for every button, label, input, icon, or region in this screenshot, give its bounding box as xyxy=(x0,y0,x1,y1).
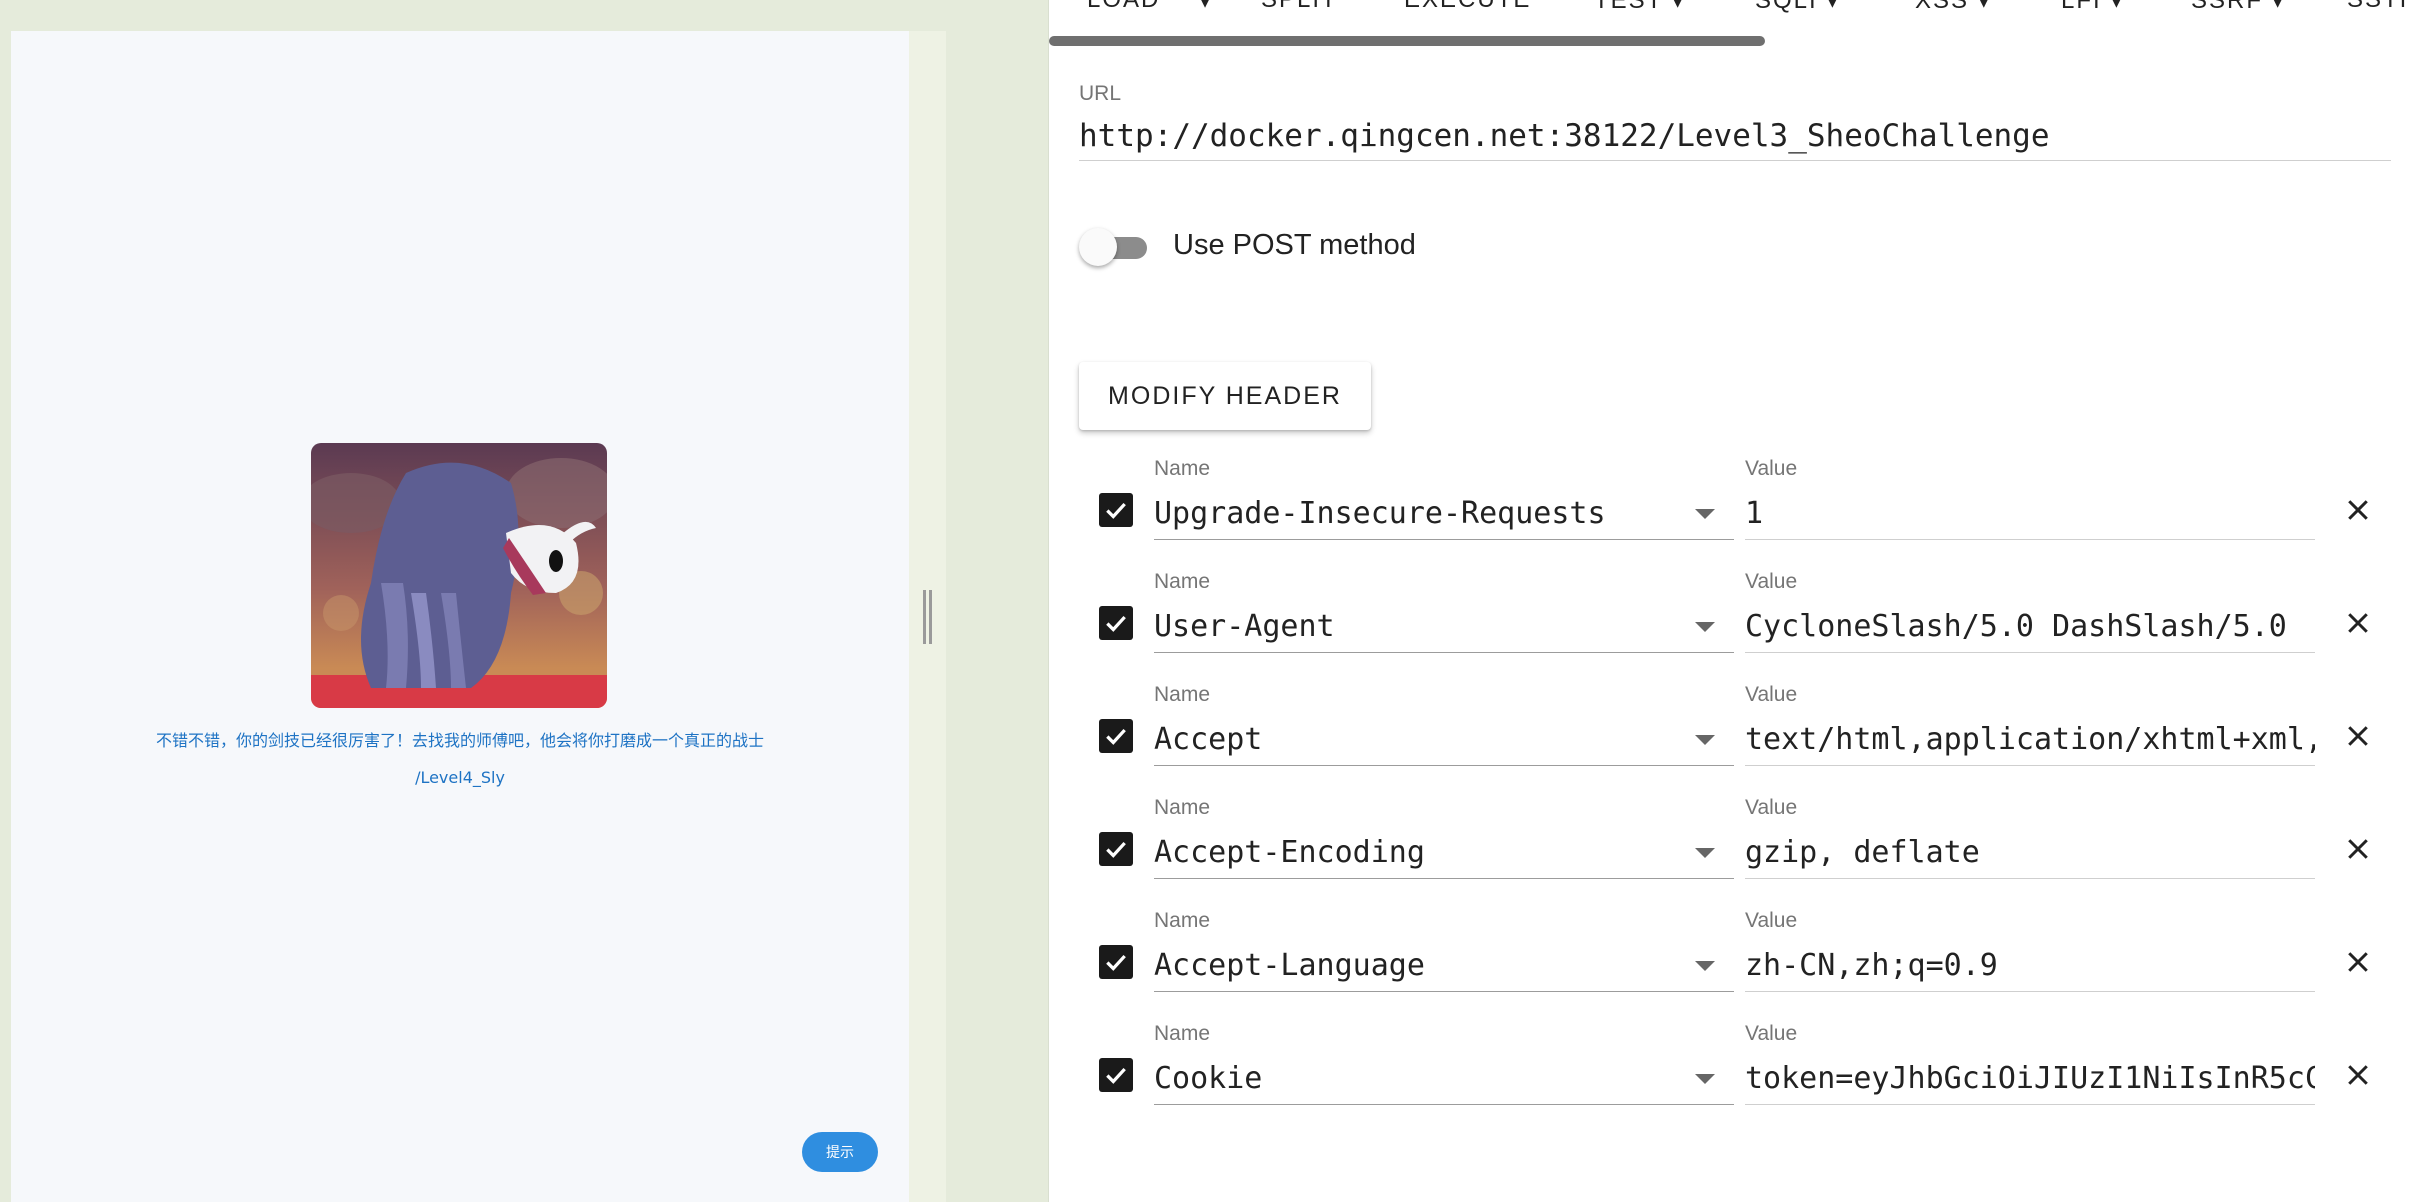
toolbar-execute[interactable]: EXECUTE xyxy=(1404,0,1531,14)
checkmark-icon xyxy=(1106,841,1126,858)
header-row: Name Value Upgrade-Insecure-Requests 1 xyxy=(1049,457,2430,570)
hint-button[interactable]: 提示 xyxy=(802,1132,878,1172)
toolbar-test[interactable]: TEST ▾ xyxy=(1594,0,1686,15)
toolbar-lfi[interactable]: LFI ▾ xyxy=(2061,0,2124,15)
header-name-select[interactable]: Accept-Encoding xyxy=(1154,828,1734,879)
header-row: Name Value Accept text/html,application/… xyxy=(1049,683,2430,796)
header-row: Name Value Accept-Encoding gzip, deflate xyxy=(1049,796,2430,909)
toolbar-split[interactable]: SPLIT xyxy=(1261,0,1338,14)
header-value-label: Value xyxy=(1745,1022,1798,1045)
dropdown-caret-icon[interactable] xyxy=(1695,622,1715,632)
header-value-label: Value xyxy=(1745,570,1798,593)
dropdown-caret-icon[interactable] xyxy=(1695,509,1715,519)
header-enabled-checkbox[interactable] xyxy=(1099,493,1133,527)
close-icon[interactable] xyxy=(2343,1060,2373,1090)
post-method-toggle[interactable] xyxy=(1079,227,1151,267)
toolbar-scrollbar[interactable] xyxy=(1049,36,1765,46)
close-icon[interactable] xyxy=(2343,495,2373,525)
header-name-label: Name xyxy=(1154,457,1211,480)
checkmark-icon xyxy=(1106,728,1126,745)
close-icon[interactable] xyxy=(2343,608,2373,638)
header-value-input[interactable]: token=eyJhbGciOiJIUzI1NiIsInR5cC xyxy=(1745,1054,2315,1105)
header-value-input[interactable]: zh-CN,zh;q=0.9 xyxy=(1745,941,2315,992)
header-row: Name Value Accept-Language zh-CN,zh;q=0.… xyxy=(1049,909,2430,1022)
dropdown-caret-icon[interactable] xyxy=(1695,848,1715,858)
url-label: URL xyxy=(1079,82,1122,105)
checkmark-icon xyxy=(1106,1067,1126,1084)
toolbar-ssti[interactable]: SSTI xyxy=(2347,0,2408,14)
header-row: Name Value User-Agent CycloneSlash/5.0 D… xyxy=(1049,570,2430,683)
toolbar-ssrf[interactable]: SSRF ▾ xyxy=(2191,0,2286,15)
header-enabled-checkbox[interactable] xyxy=(1099,719,1133,753)
next-level-path[interactable]: /Level4_Sly xyxy=(11,768,909,787)
close-icon[interactable] xyxy=(2343,834,2373,864)
checkmark-icon xyxy=(1106,954,1126,971)
toolbar-load[interactable]: LOAD xyxy=(1087,0,1160,14)
header-value-label: Value xyxy=(1745,683,1798,706)
header-name-select[interactable]: User-Agent xyxy=(1154,602,1734,653)
header-value-input[interactable]: text/html,application/xhtml+xml, xyxy=(1745,715,2315,766)
hackbar-panel: LOAD ▾ SPLIT EXECUTE TEST ▾ SQLI ▾ XSS ▾… xyxy=(1048,0,2430,1202)
pane-resize-handle[interactable] xyxy=(920,590,936,644)
toolbar-load-menu[interactable]: ▾ xyxy=(1199,0,1213,15)
checkmark-icon xyxy=(1106,615,1126,632)
header-value-label: Value xyxy=(1745,457,1798,480)
header-name-select[interactable]: Accept-Language xyxy=(1154,941,1734,992)
header-name-label: Name xyxy=(1154,909,1211,932)
hackbar-toolbar: LOAD ▾ SPLIT EXECUTE TEST ▾ SQLI ▾ XSS ▾… xyxy=(1049,0,2430,16)
toolbar-sqli[interactable]: SQLI ▾ xyxy=(1755,0,1840,15)
header-name-select[interactable]: Accept xyxy=(1154,715,1734,766)
header-name-label: Name xyxy=(1154,1022,1211,1045)
toolbar-xss[interactable]: XSS ▾ xyxy=(1915,0,1992,15)
header-name-label: Name xyxy=(1154,570,1211,593)
header-name-select[interactable]: Upgrade-Insecure-Requests xyxy=(1154,489,1734,540)
header-row: Name Value Cookie token=eyJhbGciOiJIUzI1… xyxy=(1049,1022,2430,1135)
checkmark-icon xyxy=(1106,502,1126,519)
header-value-label: Value xyxy=(1745,796,1798,819)
challenge-character-image xyxy=(311,443,607,708)
header-value-input[interactable]: 1 xyxy=(1745,489,2315,540)
header-enabled-checkbox[interactable] xyxy=(1099,832,1133,866)
header-value-input[interactable]: gzip, deflate xyxy=(1745,828,2315,879)
challenge-message: 不错不错，你的剑技已经很厉害了！去找我的师傅吧，他会将你打磨成一个真正的战士 xyxy=(155,731,764,750)
header-enabled-checkbox[interactable] xyxy=(1099,1058,1133,1092)
toggle-thumb xyxy=(1079,228,1117,266)
header-name-label: Name xyxy=(1154,796,1211,819)
dropdown-caret-icon[interactable] xyxy=(1695,961,1715,971)
dropdown-caret-icon[interactable] xyxy=(1695,735,1715,745)
close-icon[interactable] xyxy=(2343,947,2373,977)
modify-header-button[interactable]: MODIFY HEADER xyxy=(1079,362,1371,430)
post-method-label: Use POST method xyxy=(1173,229,1416,261)
page-preview-pane: 不错不错，你的剑技已经很厉害了！去找我的师傅吧，他会将你打磨成一个真正的战士 /… xyxy=(0,0,1048,1202)
close-icon[interactable] xyxy=(2343,721,2373,751)
header-name-select[interactable]: Cookie xyxy=(1154,1054,1734,1105)
header-name-label: Name xyxy=(1154,683,1211,706)
header-enabled-checkbox[interactable] xyxy=(1099,945,1133,979)
header-value-label: Value xyxy=(1745,909,1798,932)
dropdown-caret-icon[interactable] xyxy=(1695,1074,1715,1084)
header-enabled-checkbox[interactable] xyxy=(1099,606,1133,640)
url-input[interactable]: http://docker.qingcen.net:38122/Level3_S… xyxy=(1079,118,2391,161)
header-value-input[interactable]: CycloneSlash/5.0 DashSlash/5.0 xyxy=(1745,602,2315,653)
